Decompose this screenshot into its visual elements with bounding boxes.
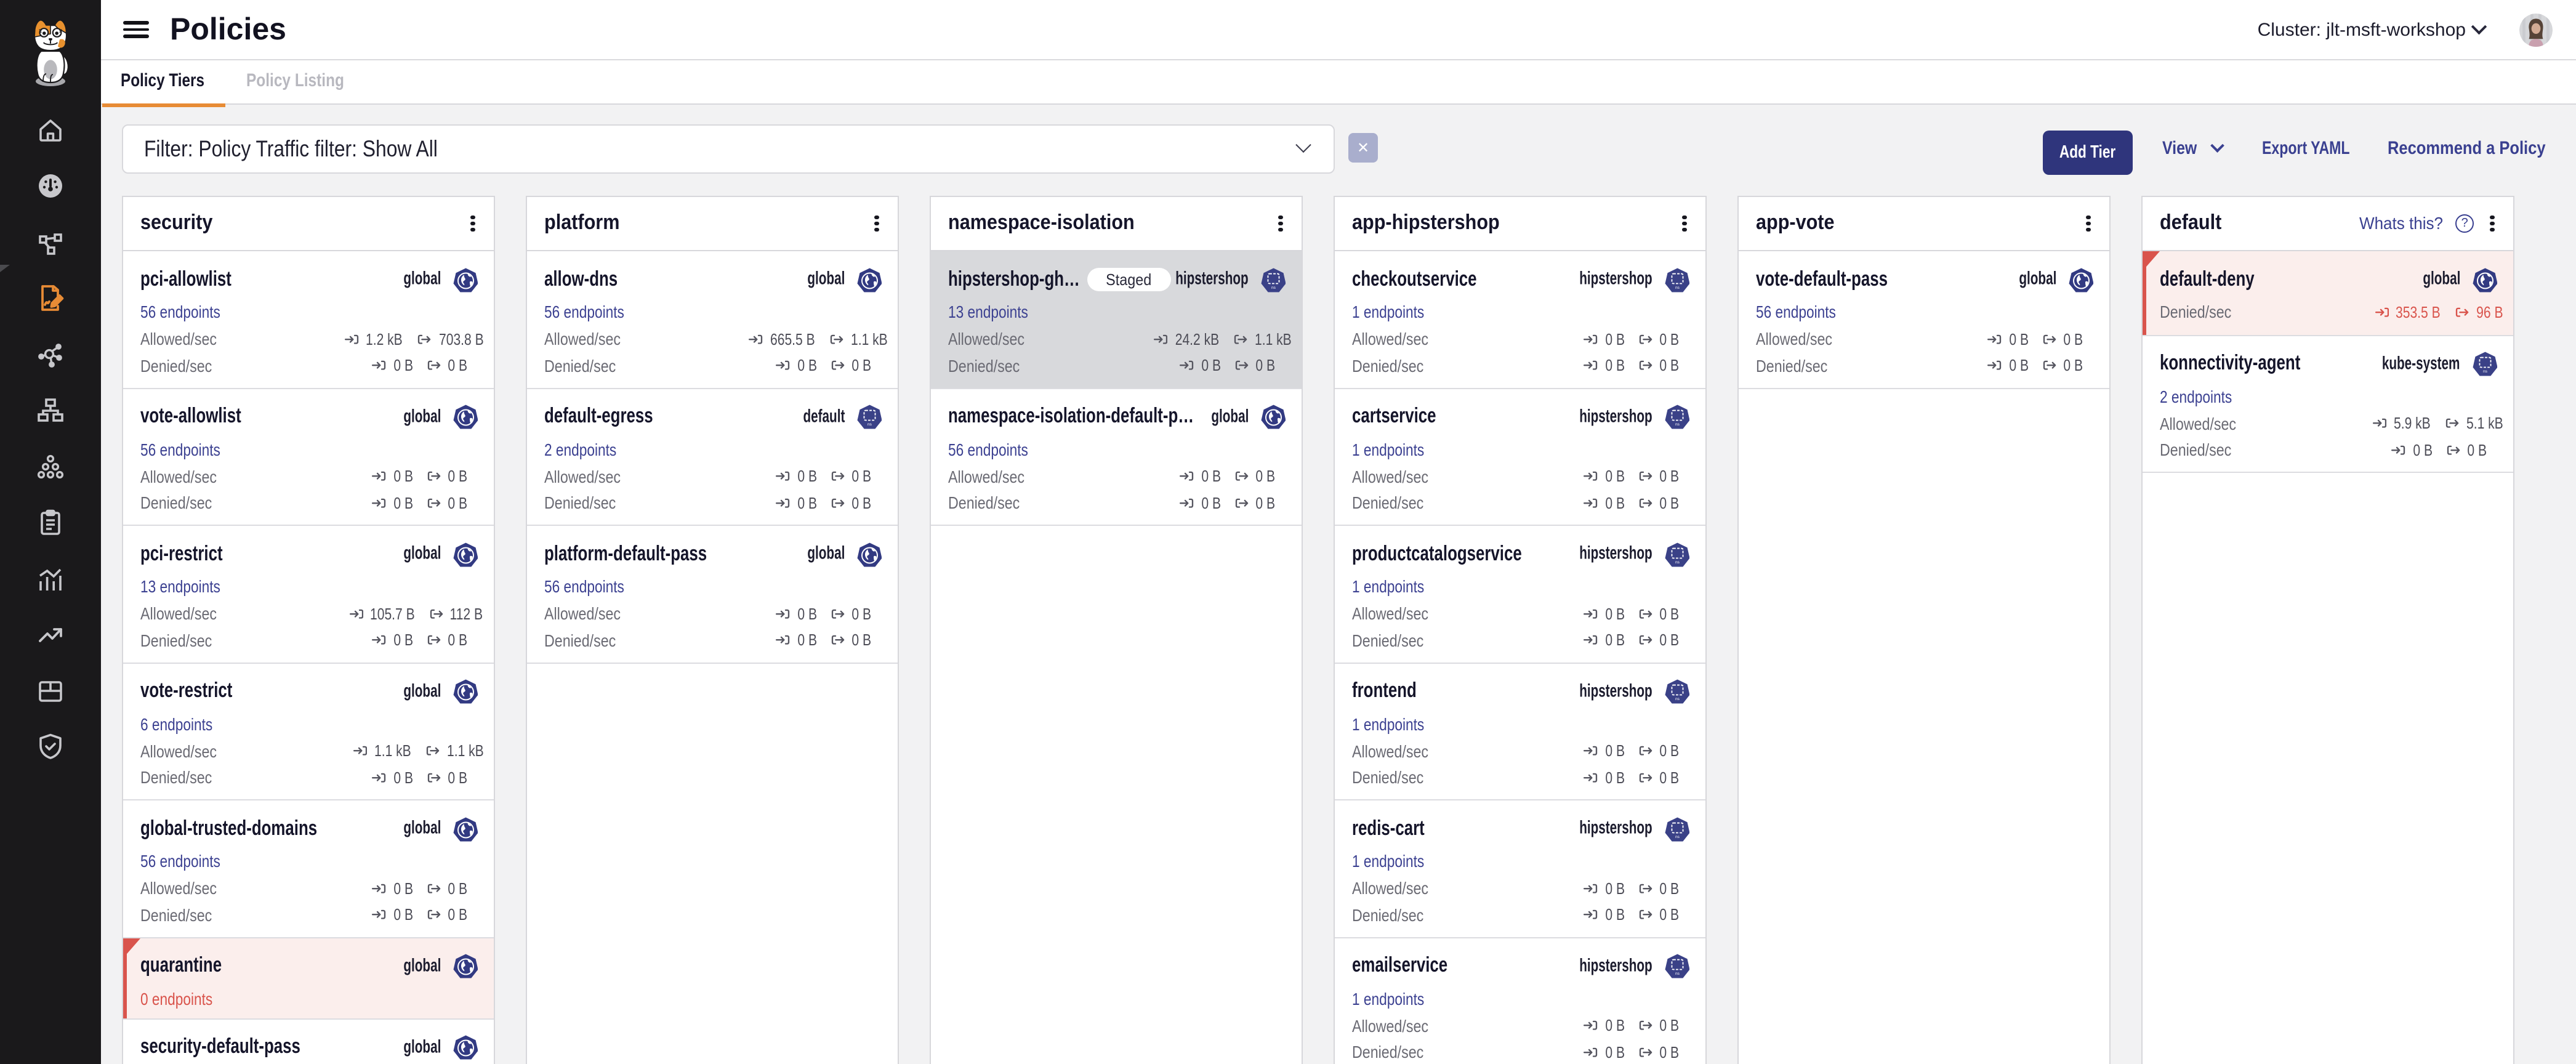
svg-text:ns: ns bbox=[1271, 285, 1276, 289]
svg-text:ns: ns bbox=[1675, 285, 1680, 289]
svg-text:ns: ns bbox=[1675, 697, 1680, 701]
svg-text:ns: ns bbox=[1675, 834, 1680, 839]
svg-text:ns: ns bbox=[1675, 560, 1680, 564]
svg-text:ns: ns bbox=[1675, 972, 1680, 976]
svg-text:ns: ns bbox=[867, 422, 872, 427]
svg-text:ns: ns bbox=[1675, 422, 1680, 427]
svg-text:ns: ns bbox=[2482, 369, 2487, 374]
